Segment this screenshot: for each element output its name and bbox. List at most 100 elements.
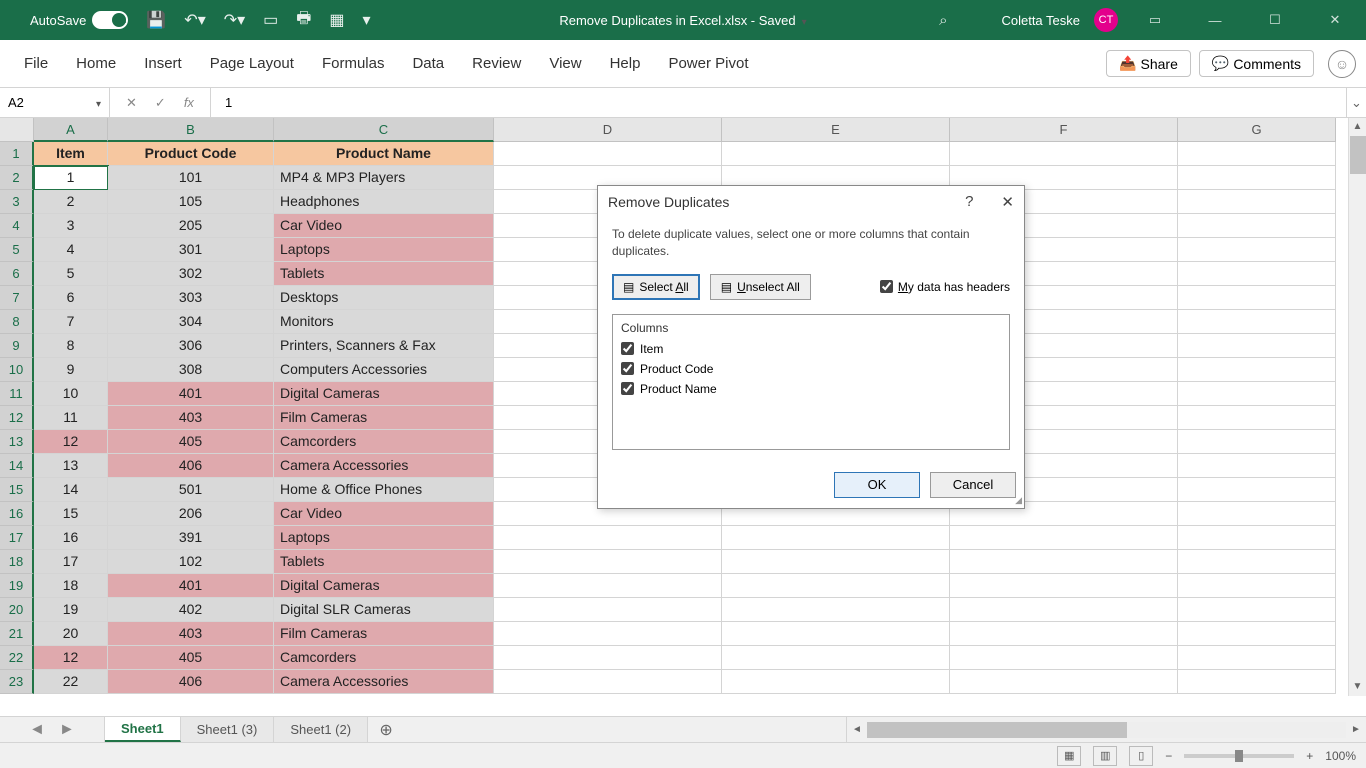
row-header[interactable]: 23: [0, 670, 34, 694]
row-header[interactable]: 9: [0, 334, 34, 358]
unselect-all-button[interactable]: ▤ Unselect All: [710, 274, 811, 300]
cell[interactable]: Headphones: [274, 190, 494, 214]
header-cell[interactable]: Product Code: [108, 142, 274, 166]
cell[interactable]: 405: [108, 430, 274, 454]
sheet-tab-active[interactable]: Sheet1: [105, 717, 181, 742]
cell[interactable]: [1178, 310, 1336, 334]
tab-home[interactable]: Home: [62, 47, 130, 80]
cell[interactable]: [722, 622, 950, 646]
cell[interactable]: 18: [34, 574, 108, 598]
row-header[interactable]: 21: [0, 622, 34, 646]
row-header[interactable]: 15: [0, 478, 34, 502]
row-header[interactable]: 13: [0, 430, 34, 454]
qat-more-icon[interactable]: ▾: [363, 10, 371, 30]
column-header[interactable]: F: [950, 118, 1178, 142]
cell[interactable]: [1178, 166, 1336, 190]
cell[interactable]: [494, 646, 722, 670]
cell[interactable]: 5: [34, 262, 108, 286]
cell[interactable]: [1178, 190, 1336, 214]
cell[interactable]: Digital Cameras: [274, 382, 494, 406]
next-sheet-icon[interactable]: ►: [59, 721, 75, 739]
cancel-button[interactable]: Cancel: [930, 472, 1016, 498]
cell[interactable]: [494, 622, 722, 646]
cell[interactable]: 406: [108, 454, 274, 478]
cell[interactable]: Laptops: [274, 526, 494, 550]
row-header[interactable]: 7: [0, 286, 34, 310]
column-header[interactable]: D: [494, 118, 722, 142]
row-header[interactable]: 22: [0, 646, 34, 670]
cell[interactable]: 16: [34, 526, 108, 550]
prev-sheet-icon[interactable]: ◄: [29, 721, 45, 739]
cell[interactable]: [950, 598, 1178, 622]
cell[interactable]: [722, 598, 950, 622]
expand-formula-icon[interactable]: ⌄: [1346, 88, 1366, 117]
cell[interactable]: [1178, 574, 1336, 598]
table-icon[interactable]: ▦: [329, 10, 344, 30]
cell[interactable]: 105: [108, 190, 274, 214]
share-button[interactable]: 📤Share: [1106, 50, 1191, 77]
scroll-left-icon[interactable]: ◄: [847, 724, 867, 735]
avatar[interactable]: CT: [1094, 8, 1118, 32]
cell[interactable]: 391: [108, 526, 274, 550]
sheet-tab[interactable]: Sheet1 (3): [181, 717, 275, 742]
cell[interactable]: [950, 646, 1178, 670]
row-header[interactable]: 8: [0, 310, 34, 334]
tab-page-layout[interactable]: Page Layout: [196, 47, 308, 80]
cell[interactable]: [1178, 358, 1336, 382]
undo-icon[interactable]: ↶▾: [184, 10, 205, 30]
autosave-toggle[interactable]: On: [92, 11, 128, 29]
vertical-scrollbar[interactable]: ▲ ▼: [1348, 118, 1366, 696]
cell[interactable]: 3: [34, 214, 108, 238]
cell[interactable]: Camcorders: [274, 646, 494, 670]
cell[interactable]: 304: [108, 310, 274, 334]
ribbon-options-icon[interactable]: ▭: [1132, 0, 1178, 40]
row-header[interactable]: 18: [0, 550, 34, 574]
row-header[interactable]: 14: [0, 454, 34, 478]
cell[interactable]: 102: [108, 550, 274, 574]
cell[interactable]: 403: [108, 622, 274, 646]
minimize-icon[interactable]: —: [1192, 0, 1238, 40]
cell[interactable]: Camera Accessories: [274, 670, 494, 694]
cell[interactable]: [722, 526, 950, 550]
save-icon[interactable]: 💾: [146, 10, 166, 30]
cell[interactable]: Camcorders: [274, 430, 494, 454]
cell[interactable]: 501: [108, 478, 274, 502]
cell[interactable]: [1178, 406, 1336, 430]
cell[interactable]: 206: [108, 502, 274, 526]
cell[interactable]: Car Video: [274, 214, 494, 238]
cell[interactable]: [1178, 382, 1336, 406]
cell[interactable]: [1178, 622, 1336, 646]
scroll-thumb[interactable]: [1350, 136, 1366, 174]
feedback-icon[interactable]: ☺: [1328, 50, 1356, 78]
cell[interactable]: 406: [108, 670, 274, 694]
page-layout-view-icon[interactable]: ▥: [1093, 746, 1117, 766]
row-header[interactable]: 1: [0, 142, 34, 166]
row-header[interactable]: 19: [0, 574, 34, 598]
column-checkbox[interactable]: Item: [621, 339, 1001, 359]
cell[interactable]: Camera Accessories: [274, 454, 494, 478]
cell[interactable]: 8: [34, 334, 108, 358]
zoom-out-icon[interactable]: −: [1165, 749, 1172, 763]
cell[interactable]: [1178, 646, 1336, 670]
resize-grip-icon[interactable]: ◢: [1015, 495, 1022, 506]
dialog-help-icon[interactable]: ?: [965, 193, 973, 211]
cell[interactable]: [950, 622, 1178, 646]
cell[interactable]: 306: [108, 334, 274, 358]
dialog-titlebar[interactable]: Remove Duplicates ? ✕: [598, 186, 1024, 218]
cell[interactable]: [722, 574, 950, 598]
row-header[interactable]: 10: [0, 358, 34, 382]
name-box[interactable]: A2: [0, 88, 110, 117]
tab-data[interactable]: Data: [398, 47, 458, 80]
cell[interactable]: 405: [108, 646, 274, 670]
cell[interactable]: [1178, 238, 1336, 262]
cell[interactable]: [722, 646, 950, 670]
cancel-formula-icon[interactable]: ✕: [126, 95, 137, 111]
sheet-nav[interactable]: ◄ ►: [0, 717, 105, 742]
hscroll-thumb[interactable]: [867, 722, 1127, 738]
cell[interactable]: Car Video: [274, 502, 494, 526]
cell[interactable]: Digital SLR Cameras: [274, 598, 494, 622]
cell[interactable]: 13: [34, 454, 108, 478]
cell[interactable]: 15: [34, 502, 108, 526]
cell[interactable]: [1178, 598, 1336, 622]
cell[interactable]: [722, 142, 950, 166]
